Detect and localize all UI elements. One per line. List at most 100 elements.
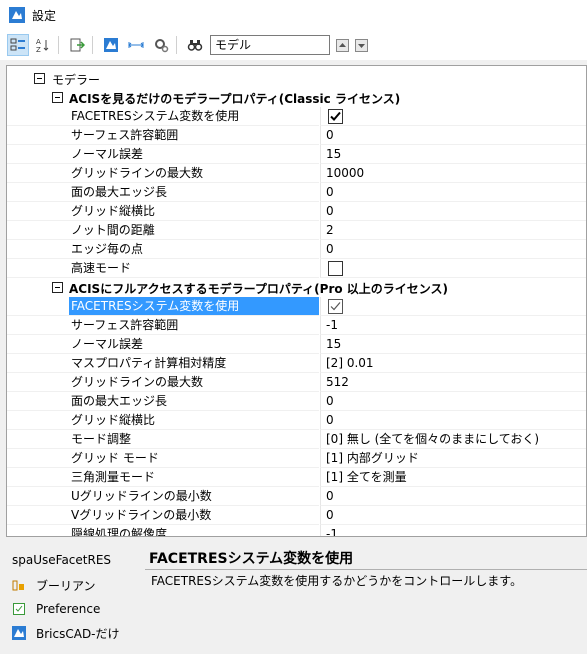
categorized-icon [10,38,25,51]
type-text: ブーリアン [36,578,96,593]
property-name[interactable]: マスプロパティ計算相対精度 [69,354,319,373]
property-value[interactable]: 0 [320,240,586,259]
preference-icon [13,603,25,615]
collapse-toggle-icon[interactable] [52,92,63,103]
property-row[interactable]: グリッド モード [1] 内部グリッド [7,449,586,468]
settings-filter-button[interactable] [150,34,172,56]
property-value[interactable]: 0 [320,411,586,430]
property-name[interactable]: 面の最大エッジ長 [69,183,319,202]
property-row[interactable]: グリッドラインの最大数 512 [7,373,586,392]
property-row[interactable]: グリッド縦横比 0 [7,202,586,221]
property-row[interactable]: FACETRESシステム変数を使用 [7,297,586,316]
property-row[interactable]: 三角測量モード [1] 全てを測量 [7,468,586,487]
property-value[interactable]: [1] 全てを測量 [320,468,586,487]
description-title: FACETRESシステム変数を使用 [149,551,354,567]
group-pro[interactable]: ACISにフルアクセスするモデラープロパティ(Pro 以上のライセンス) [7,278,586,297]
property-value[interactable] [320,259,586,278]
property-row[interactable]: サーフェス許容範囲 0 [7,126,586,145]
property-checkbox[interactable] [328,109,343,124]
property-value[interactable]: [2] 0.01 [320,354,586,373]
property-name[interactable]: グリッドラインの最大数 [69,164,319,183]
property-row[interactable]: Uグリッドラインの最小数 0 [7,487,586,506]
property-value[interactable]: 2 [320,221,586,240]
property-name[interactable]: グリッド縦横比 [69,411,319,430]
row-gutter [7,240,69,259]
property-value[interactable]: 0 [320,183,586,202]
property-row[interactable]: 隠線処理の解像度 -1 [7,525,586,536]
property-name[interactable]: サーフェス許容範囲 [69,126,319,145]
property-name[interactable]: 高速モード [69,259,319,278]
property-name[interactable]: 隠線処理の解像度 [69,525,319,536]
property-value[interactable]: [1] 内部グリッド [320,449,586,468]
property-row[interactable]: グリッドラインの最大数 10000 [7,164,586,183]
search-previous-button[interactable] [336,38,349,52]
row-gutter [7,373,69,392]
property-row[interactable]: ノット間の距離 2 [7,221,586,240]
property-row[interactable]: ノーマル誤差 15 [7,335,586,354]
property-row[interactable]: Vグリッドラインの最小数 0 [7,506,586,525]
search-input[interactable]: モデル [210,35,330,55]
location-item: Preference [12,600,100,618]
property-checkbox[interactable] [328,261,343,276]
property-row[interactable]: ノーマル誤差 15 [7,145,586,164]
property-grid: モデラー ACISを見るだけのモデラープロパティ(Classic ライセンス) … [6,65,587,537]
property-value[interactable]: -1 [320,316,586,335]
property-value[interactable]: [0] 無し (全てを個々のままにしておく) [320,430,586,449]
alphabetical-view-button[interactable]: A Z [32,34,54,56]
property-value[interactable]: 0 [320,392,586,411]
property-name[interactable]: Vグリッドラインの最小数 [69,506,319,525]
property-name[interactable]: サーフェス許容範囲 [69,316,319,335]
property-row[interactable]: マスプロパティ計算相対精度 [2] 0.01 [7,354,586,373]
property-row[interactable]: モード調整 [0] 無し (全てを個々のままにしておく) [7,430,586,449]
row-gutter [7,335,69,354]
property-name[interactable]: 面の最大エッジ長 [69,392,319,411]
property-row[interactable]: 高速モード [7,259,586,278]
bricscad-icon [104,38,118,52]
property-value[interactable]: 0 [320,202,586,221]
property-name[interactable]: FACETRESシステム変数を使用 [69,107,319,126]
property-value[interactable]: 15 [320,335,586,354]
row-gutter [7,392,69,411]
property-value[interactable]: 0 [320,126,586,145]
property-name[interactable]: エッジ毎の点 [69,240,319,259]
property-name[interactable]: モード調整 [69,430,319,449]
property-name[interactable]: ノーマル誤差 [69,335,319,354]
property-row[interactable]: 面の最大エッジ長 0 [7,183,586,202]
collapse-toggle-icon[interactable] [34,73,45,84]
export-button[interactable] [66,34,88,56]
dimension-button[interactable] [125,34,147,56]
property-value[interactable]: 10000 [320,164,586,183]
row-gutter [7,107,69,126]
property-name[interactable]: グリッド モード [69,449,319,468]
property-name[interactable]: FACETRESシステム変数を使用 [69,297,319,316]
group-modeler[interactable]: モデラー [7,69,586,88]
collapse-toggle-icon[interactable] [52,282,63,293]
property-row[interactable]: 面の最大エッジ長 0 [7,392,586,411]
property-name[interactable]: グリッドラインの最大数 [69,373,319,392]
property-row[interactable]: FACETRESシステム変数を使用 [7,107,586,126]
categorized-view-button[interactable] [7,34,29,56]
property-value[interactable]: 512 [320,373,586,392]
search-button[interactable] [184,34,206,56]
property-checkbox[interactable] [328,299,343,314]
property-row[interactable]: サーフェス許容範囲 -1 [7,316,586,335]
property-value[interactable] [320,297,586,316]
property-value[interactable]: 0 [320,487,586,506]
group-classic[interactable]: ACISを見るだけのモデラープロパティ(Classic ライセンス) [7,88,586,107]
property-value[interactable]: 15 [320,145,586,164]
property-name[interactable]: ノーマル誤差 [69,145,319,164]
svg-text:A: A [36,38,41,46]
toolbar-separator [176,36,177,54]
property-row[interactable]: グリッド縦横比 0 [7,411,586,430]
property-name[interactable]: Uグリッドラインの最小数 [69,487,319,506]
property-name[interactable]: 三角測量モード [69,468,319,487]
bricscad-only-button[interactable] [100,34,122,56]
property-value[interactable]: 0 [320,506,586,525]
binoculars-icon [187,40,203,51]
property-value[interactable] [320,107,586,126]
property-name[interactable]: ノット間の距離 [69,221,319,240]
property-row[interactable]: エッジ毎の点 0 [7,240,586,259]
property-value[interactable]: -1 [320,525,586,536]
property-name[interactable]: グリッド縦横比 [69,202,319,221]
search-next-button[interactable] [355,38,368,52]
